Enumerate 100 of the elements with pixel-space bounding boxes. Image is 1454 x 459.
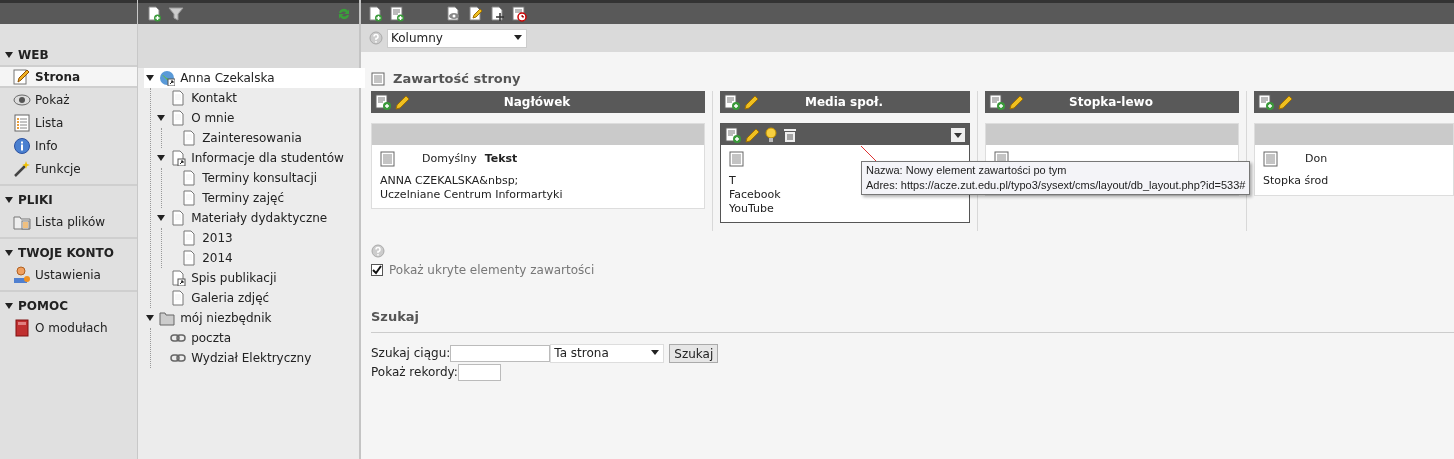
list-icon — [13, 113, 31, 132]
content-text: Uczelniane Centrum Informartyki — [380, 188, 563, 202]
menu-item[interactable]: O modułach — [0, 316, 138, 339]
tree-item[interactable]: mój niezbędnik — [180, 309, 272, 327]
move-page-icon[interactable] — [489, 5, 505, 22]
page-icon — [170, 290, 187, 306]
checkbox[interactable] — [371, 264, 383, 276]
tree-item[interactable]: Materiały dydaktyczne — [191, 209, 328, 227]
content-text: ANNA CZEKALSKA&nbsp; — [380, 174, 519, 188]
tree-item[interactable]: Terminy zajęć — [202, 189, 285, 207]
page-icon — [170, 90, 187, 106]
dropdown-icon[interactable] — [951, 127, 965, 142]
content-type-label: Domyślny — [422, 151, 477, 165]
collapse-arrow-icon[interactable] — [4, 50, 14, 60]
page-icon — [181, 250, 198, 266]
wand-icon — [13, 159, 31, 178]
lightbulb-icon[interactable] — [763, 126, 779, 143]
folder-icon — [159, 310, 176, 326]
content-text: T — [729, 174, 736, 188]
menu-item[interactable]: Lista — [0, 111, 138, 134]
collapse-arrow-icon[interactable] — [145, 313, 156, 323]
menu-item[interactable]: Lista plików — [0, 210, 138, 233]
page-icon — [170, 210, 187, 226]
add-content-icon[interactable] — [724, 94, 740, 110]
add-content-icon[interactable] — [375, 94, 391, 110]
edit-icon[interactable] — [1277, 94, 1293, 110]
tree-item[interactable]: Wydział Elektryczny — [191, 349, 312, 367]
section-header: PLIKI — [18, 192, 53, 209]
page-icon — [181, 170, 198, 186]
content-text: Stopka środ — [1263, 174, 1329, 188]
page-icon — [181, 190, 198, 206]
new-page-icon[interactable] — [146, 5, 163, 22]
tree-item[interactable]: Kontakt — [191, 89, 238, 107]
edit-icon[interactable] — [1008, 94, 1024, 110]
collapse-arrow-icon[interactable] — [4, 195, 14, 205]
new-content-icon[interactable] — [389, 5, 405, 22]
view-dropdown[interactable]: Kolumny — [387, 28, 527, 48]
page-shortcut-icon — [170, 150, 187, 166]
tree-item[interactable]: Galeria zdjęć — [191, 289, 270, 307]
trash-icon[interactable] — [782, 126, 798, 143]
search-field[interactable] — [450, 344, 551, 362]
table-icon — [1263, 151, 1279, 167]
edit-icon[interactable] — [744, 126, 760, 143]
content-text: Facebook — [729, 188, 781, 202]
menu-item[interactable]: Pokaż — [0, 88, 138, 111]
field-label: Pokaż rekordy: — [371, 364, 458, 381]
book-icon — [13, 318, 31, 337]
search-button[interactable]: Szukaj — [669, 343, 719, 363]
tree-item[interactable]: Informacje dla studentów — [191, 149, 344, 167]
tree-item[interactable]: poczta — [191, 329, 232, 347]
edit-icon[interactable] — [394, 94, 410, 110]
add-content-icon[interactable] — [725, 126, 741, 143]
table-icon — [729, 151, 745, 167]
section-header: WEB — [18, 47, 49, 64]
add-content-icon[interactable] — [989, 94, 1005, 110]
section-title: Szukaj — [371, 309, 420, 324]
collapse-arrow-icon[interactable] — [156, 153, 167, 163]
collapse-arrow-icon[interactable] — [4, 301, 14, 311]
content-type: Tekst — [484, 151, 518, 165]
checkbox-label: Pokaż ukryte elementy zawartości — [389, 262, 595, 279]
tree-item[interactable]: Terminy konsultacji — [202, 169, 318, 187]
collapse-arrow-icon[interactable] — [145, 73, 156, 83]
page-shortcut-icon — [170, 270, 187, 286]
tree-item[interactable]: Zainteresowania — [202, 129, 302, 147]
tree-item[interactable]: 2013 — [202, 229, 233, 247]
menu-item[interactable]: Ustawienia — [0, 263, 138, 286]
menu-item[interactable]: Info — [0, 134, 138, 157]
content-type-label: Don — [1305, 151, 1328, 165]
history-icon[interactable] — [511, 5, 527, 22]
table-icon — [371, 72, 385, 86]
section-title: Zawartość strony — [393, 70, 521, 89]
field-label: Szukaj ciągu: — [371, 345, 451, 362]
tree-item[interactable]: O mnie — [191, 109, 235, 127]
records-field[interactable] — [457, 363, 501, 381]
info-icon — [13, 136, 31, 155]
page-icon — [181, 230, 198, 246]
checkmark-icon — [372, 265, 382, 275]
user-icon — [13, 265, 31, 284]
section-header: TWOJE KONTO — [18, 245, 114, 262]
tooltip: Nazwa: Nowy element zawartości po tym Adres: https://acze.zut.edu.pl/typo3/sysext/cms/layout/db_layout.php?id=533# — [861, 161, 1251, 195]
collapse-arrow-icon[interactable] — [156, 113, 167, 123]
collapse-arrow-icon[interactable] — [156, 213, 167, 223]
menu-item[interactable]: Funkcje — [0, 157, 138, 180]
scope-dropdown[interactable]: Ta strona — [550, 343, 665, 363]
page-icon — [170, 110, 187, 126]
menu-item[interactable]: Strona — [0, 65, 138, 88]
add-content-icon[interactable] — [1258, 94, 1274, 110]
collapse-arrow-icon[interactable] — [4, 248, 14, 258]
tree-item[interactable]: Spis publikacji — [191, 269, 277, 287]
view-page-icon[interactable] — [445, 5, 461, 22]
table-icon — [380, 151, 396, 167]
edit-icon[interactable] — [743, 94, 759, 110]
column-title: Nagłówek — [502, 94, 572, 111]
filter-icon[interactable] — [168, 5, 185, 22]
content-text: YouTube — [729, 202, 774, 216]
column-title: Stopka-lewo — [1068, 94, 1154, 111]
edit-page-icon[interactable] — [467, 5, 483, 22]
tree-item[interactable]: 2014 — [202, 249, 233, 267]
column-title: Media społ. — [803, 94, 884, 111]
new-page-icon[interactable] — [367, 5, 383, 22]
